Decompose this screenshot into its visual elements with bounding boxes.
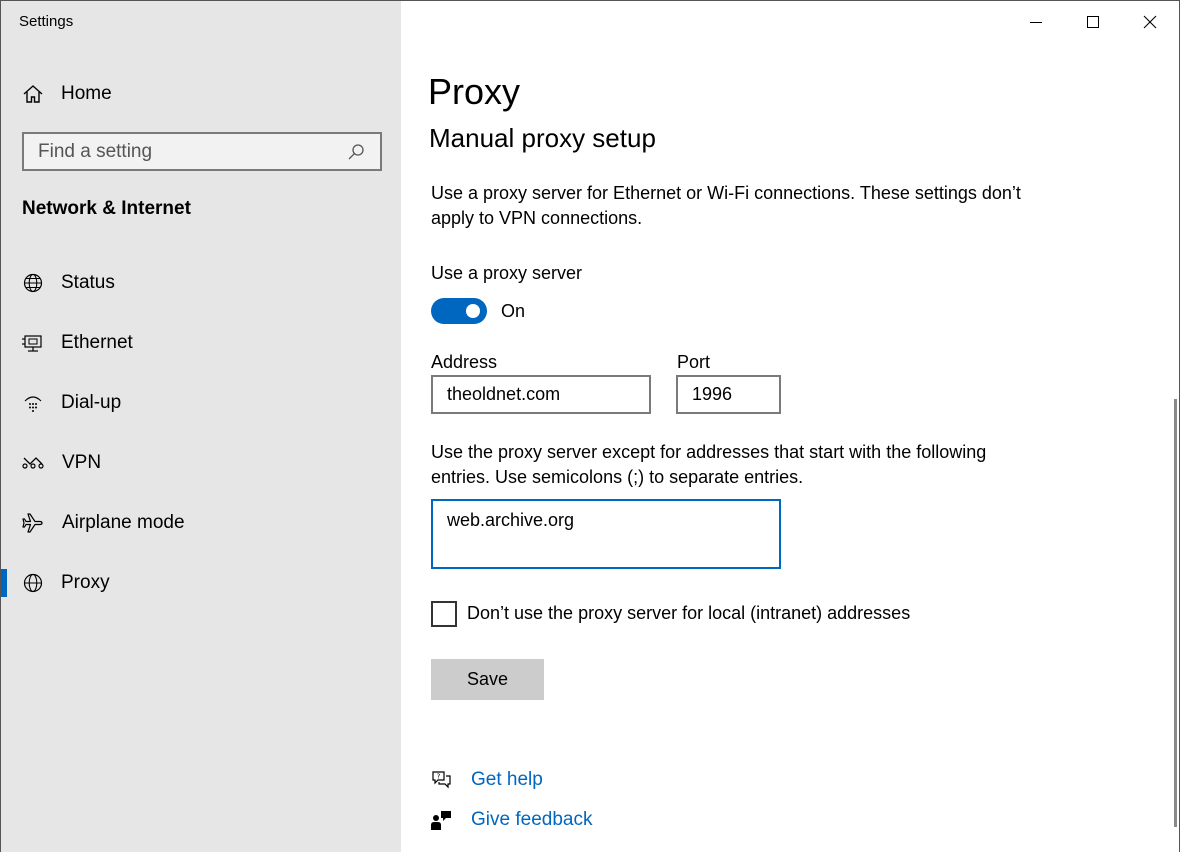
maximize-icon: [1087, 16, 1099, 28]
app-title: Settings: [19, 13, 74, 30]
proxy-description: Use a proxy server for Ethernet or Wi-Fi…: [431, 183, 1021, 228]
maximize-button[interactable]: [1065, 1, 1121, 43]
address-input[interactable]: [447, 384, 635, 405]
feedback-icon: [429, 808, 453, 832]
port-field[interactable]: [676, 375, 781, 414]
get-help-row[interactable]: ? Get help: [429, 767, 543, 793]
use-proxy-toggle[interactable]: [431, 298, 487, 324]
close-icon: [1143, 15, 1157, 29]
globe-icon: [21, 571, 45, 595]
home-label: Home: [61, 83, 112, 104]
close-button[interactable]: [1122, 1, 1178, 43]
search-icon[interactable]: [346, 142, 366, 162]
svg-text:?: ?: [437, 773, 441, 781]
sidebar-item-label: Proxy: [61, 572, 110, 593]
give-feedback-row[interactable]: Give feedback: [429, 807, 592, 833]
sidebar-item-label: VPN: [62, 452, 102, 473]
sidebar-section-title: Network & Internet: [22, 198, 191, 219]
sidebar-item-label: Airplane mode: [62, 512, 185, 533]
sidebar-item-ethernet[interactable]: Ethernet: [1, 321, 402, 365]
airplane-icon: [21, 511, 45, 535]
help-chat-icon: ?: [429, 768, 453, 792]
sidebar-item-label: Ethernet: [61, 332, 133, 353]
give-feedback-link[interactable]: Give feedback: [471, 809, 592, 831]
sidebar-item-airplane-mode[interactable]: Airplane mode: [1, 501, 402, 545]
sidebar-item-status[interactable]: Status: [1, 261, 402, 305]
sidebar-item-vpn[interactable]: VPN: [1, 441, 402, 485]
local-addresses-label: Don’t use the proxy server for local (in…: [467, 603, 911, 623]
search-box[interactable]: [22, 132, 382, 171]
sidebar-item-dial-up[interactable]: Dial-up: [1, 381, 402, 425]
get-help-link[interactable]: Get help: [471, 769, 543, 791]
toggle-knob: [466, 304, 480, 318]
port-input[interactable]: [692, 384, 765, 405]
globe-icon: [21, 271, 45, 295]
search-input[interactable]: [38, 140, 346, 163]
home-icon: [21, 82, 45, 106]
address-field[interactable]: [431, 375, 651, 414]
sidebar-item-label: Dial-up: [61, 392, 122, 413]
sidebar: Settings Home Network & Internet Status …: [0, 0, 401, 852]
vpn-icon: [21, 451, 45, 475]
section-title: Manual proxy setup: [429, 123, 656, 153]
port-label: Port: [677, 352, 711, 372]
save-button[interactable]: Save: [431, 659, 544, 700]
use-proxy-label: Use a proxy server: [431, 263, 583, 283]
dial-up-icon: [21, 391, 45, 415]
sidebar-item-label: Status: [61, 272, 115, 293]
page-title: Proxy: [428, 71, 521, 112]
home-nav-item[interactable]: Home: [21, 80, 112, 108]
minimize-button[interactable]: [1008, 1, 1064, 43]
address-label: Address: [431, 352, 498, 372]
exceptions-field[interactable]: web.archive.org: [431, 499, 781, 569]
toggle-state-label: On: [501, 301, 526, 321]
minimize-icon: [1030, 22, 1042, 23]
exceptions-input[interactable]: web.archive.org: [447, 510, 765, 552]
sidebar-item-proxy[interactable]: Proxy: [1, 561, 402, 605]
exceptions-description: Use the proxy server except for addresse…: [431, 442, 987, 487]
main-panel: Proxy Manual proxy setup Use a proxy ser…: [401, 0, 1180, 852]
ethernet-icon: [21, 331, 45, 355]
scrollbar[interactable]: [1174, 399, 1177, 827]
local-addresses-checkbox[interactable]: [431, 601, 457, 627]
